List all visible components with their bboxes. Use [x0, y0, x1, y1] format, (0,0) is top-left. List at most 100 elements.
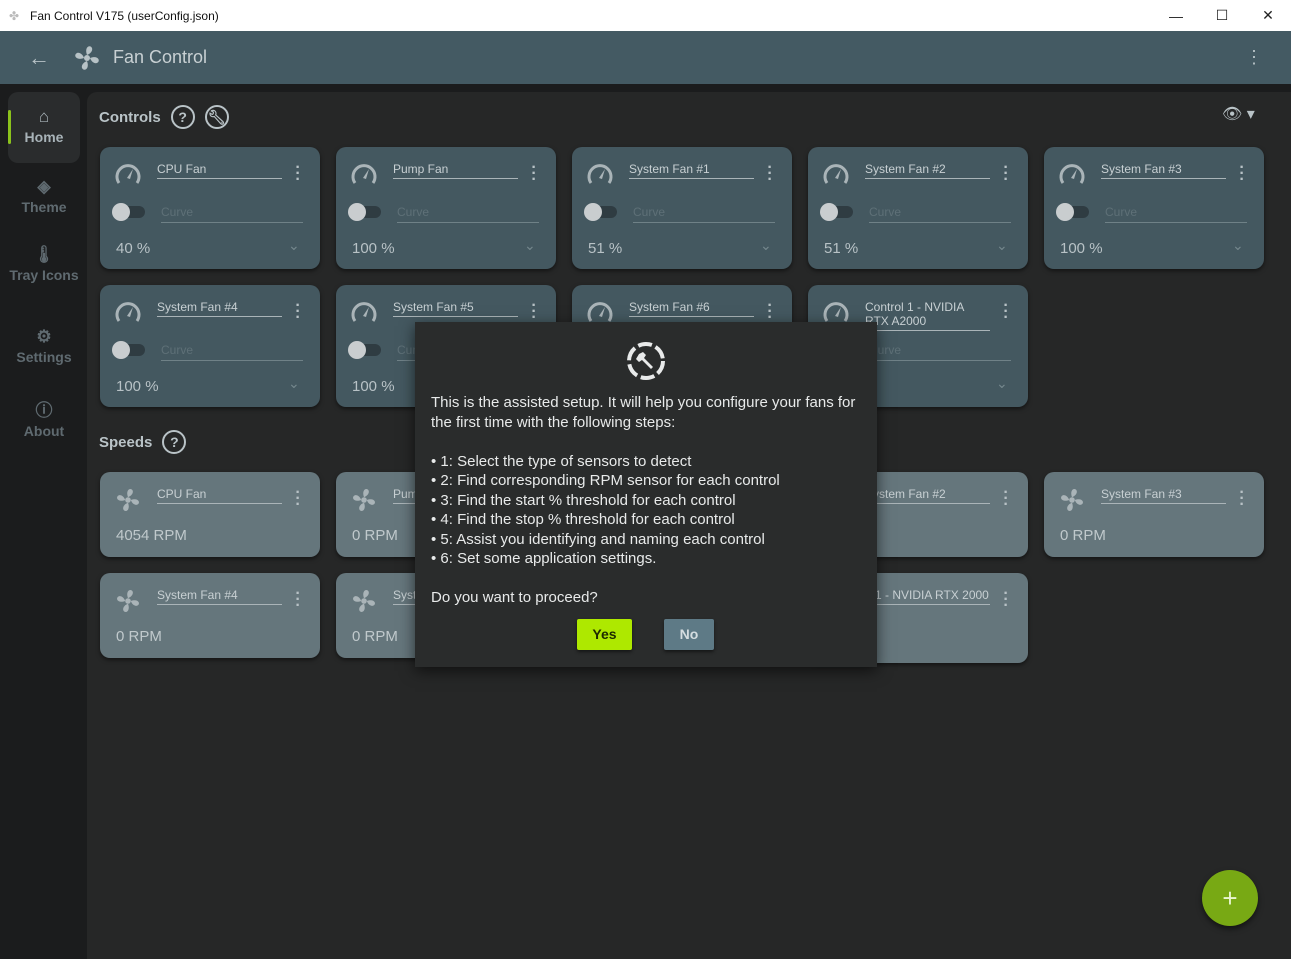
sidebar-item-theme[interactable]: ◈ Theme [8, 178, 80, 216]
enable-toggle[interactable] [112, 341, 145, 359]
back-arrow-icon[interactable]: ← [28, 45, 50, 71]
no-button[interactable]: No [664, 619, 714, 650]
chevron-down-icon[interactable]: ⌄ [1232, 237, 1244, 254]
control-name-field[interactable]: Control 1 - NVIDIA RTX A2000 [865, 300, 990, 331]
enable-toggle[interactable] [1056, 203, 1089, 221]
curve-select[interactable]: Curve [869, 343, 1011, 361]
sidebar-item-label: Tray Icons [9, 267, 79, 283]
enable-toggle[interactable] [348, 341, 381, 359]
control-name-field[interactable]: System Fan #3 [1101, 162, 1226, 179]
active-indicator [8, 110, 11, 144]
minimize-button[interactable]: — [1153, 0, 1199, 31]
more-vert-icon[interactable]: ··· [295, 160, 301, 188]
enable-toggle[interactable] [584, 203, 617, 221]
more-vert-icon[interactable]: ··· [295, 586, 301, 614]
help-icon[interactable]: ? [170, 105, 195, 129]
speed-name-field[interactable]: CPU Fan [157, 487, 282, 504]
setup-step: • 6: Set some application settings. [431, 550, 657, 567]
setup-step: • 2: Find corresponding RPM sensor for e… [431, 472, 780, 489]
gauge-icon [587, 164, 613, 184]
curve-select[interactable]: Curve [1105, 205, 1247, 223]
sidebar-item-home[interactable]: ⌂ Home [8, 92, 80, 163]
enable-toggle[interactable] [348, 203, 381, 221]
setup-wrench-icon [627, 342, 665, 380]
speed-value: 0 RPM [116, 628, 162, 645]
more-vert-icon[interactable]: ··· [1003, 586, 1009, 614]
speed-name-field[interactable]: n 1 - NVIDIA RTX 2000 [865, 588, 990, 605]
gear-icon: ⚙ [36, 327, 52, 346]
wrench-icon[interactable]: 🔧︎ [204, 105, 229, 129]
speed-name-field[interactable]: System Fan #2 [865, 487, 990, 504]
app-icon: ✤ [9, 8, 20, 23]
speed-name-field[interactable]: System Fan #3 [1101, 487, 1226, 504]
control-value: 100 % [1060, 240, 1103, 257]
enable-toggle[interactable] [820, 203, 853, 221]
control-card: System Fan #1 · · · Curve 51 % ⌄ [572, 147, 792, 269]
more-vert-icon[interactable]: ··· [531, 298, 537, 326]
curve-select[interactable]: Curve [161, 343, 303, 361]
sidebar-item-about[interactable]: ⓘ About [8, 402, 80, 440]
control-name-field[interactable]: System Fan #1 [629, 162, 754, 179]
controls-header: Controls ? 🔧︎ [99, 105, 229, 129]
control-name-field[interactable]: Pump Fan [393, 162, 518, 179]
visibility-eye-icon[interactable]: 👁︎ ▾ [1222, 104, 1255, 124]
more-vert-icon[interactable]: ··· [1239, 485, 1245, 513]
curve-select[interactable]: Curve [869, 205, 1011, 223]
chevron-down-icon[interactable]: ⌄ [524, 237, 536, 254]
more-vert-icon[interactable]: ··· [1003, 298, 1009, 326]
curve-select[interactable]: Curve [397, 205, 539, 223]
more-vert-icon[interactable]: ··· [1003, 485, 1009, 513]
more-vert-icon[interactable]: ··· [295, 485, 301, 513]
chevron-down-icon[interactable]: ⌄ [996, 375, 1008, 392]
control-name-field[interactable]: System Fan #4 [157, 300, 282, 317]
sidebar-item-tray-icons[interactable]: 🌡︎ Tray Icons [8, 246, 80, 284]
more-vert-icon[interactable]: ⋮ [1245, 47, 1263, 68]
setup-step: • 3: Find the start % threshold for each… [431, 491, 736, 509]
more-vert-icon[interactable]: ··· [1003, 160, 1009, 188]
more-vert-icon[interactable]: ··· [531, 160, 537, 188]
chevron-down-icon[interactable]: ⌄ [996, 237, 1008, 254]
speed-value: 4054 RPM [116, 527, 187, 544]
fan-icon [353, 590, 375, 612]
control-card: CPU Fan · · · Curve 40 % ⌄ [100, 147, 320, 269]
gauge-icon [115, 164, 141, 184]
chevron-down-icon[interactable]: ⌄ [288, 237, 300, 254]
speed-name-field[interactable]: System Fan #4 [157, 588, 282, 605]
control-card: System Fan #4 · · · Curve 100 % ⌄ [100, 285, 320, 407]
help-icon[interactable]: ? [162, 430, 187, 454]
setup-step: • 5: Assist you identifying and naming e… [431, 530, 765, 548]
control-value: 51 % [588, 240, 623, 257]
control-name-field[interactable]: CPU Fan [157, 162, 282, 179]
paint-bucket-icon: ◈ [37, 177, 51, 196]
control-value: 100 % [352, 378, 395, 395]
control-value: 51 % [824, 240, 859, 257]
chevron-down-icon[interactable]: ⌄ [760, 237, 772, 254]
more-vert-icon[interactable]: ··· [1239, 160, 1245, 188]
yes-button[interactable]: Yes [577, 619, 632, 650]
close-button[interactable]: ✕ [1245, 0, 1291, 31]
control-name-field[interactable]: System Fan #6 [629, 300, 754, 317]
enable-toggle[interactable] [112, 203, 145, 221]
more-vert-icon[interactable]: ··· [295, 298, 301, 326]
maximize-button[interactable]: ☐ [1199, 0, 1245, 31]
speed-value: 0 RPM [1060, 527, 1106, 544]
speed-value: 0 RPM [352, 628, 398, 645]
speed-card: System Fan #3 · · · 0 RPM [1044, 472, 1264, 557]
control-name-field[interactable]: System Fan #5 [393, 300, 518, 317]
fan-icon [353, 489, 375, 511]
curve-select[interactable]: Curve [161, 205, 303, 223]
speed-value: 0 RPM [352, 527, 398, 544]
chevron-down-icon[interactable]: ⌄ [288, 375, 300, 392]
more-vert-icon[interactable]: ··· [767, 298, 773, 326]
gauge-icon [351, 302, 377, 322]
sidebar-item-settings[interactable]: ⚙ Settings [8, 328, 80, 366]
dialog-intro: This is the assisted setup. It will help… [431, 394, 856, 431]
setup-step: • 1: Select the type of sensors to detec… [431, 452, 692, 470]
curve-select[interactable]: Curve [633, 205, 775, 223]
add-button[interactable]: + [1202, 870, 1258, 926]
control-name-field[interactable]: System Fan #2 [865, 162, 990, 179]
more-vert-icon[interactable]: ··· [767, 160, 773, 188]
fan-icon [1061, 489, 1083, 511]
speed-card: System Fan #4 · · · 0 RPM [100, 573, 320, 658]
dialog-question: Do you want to proceed? [431, 589, 598, 606]
